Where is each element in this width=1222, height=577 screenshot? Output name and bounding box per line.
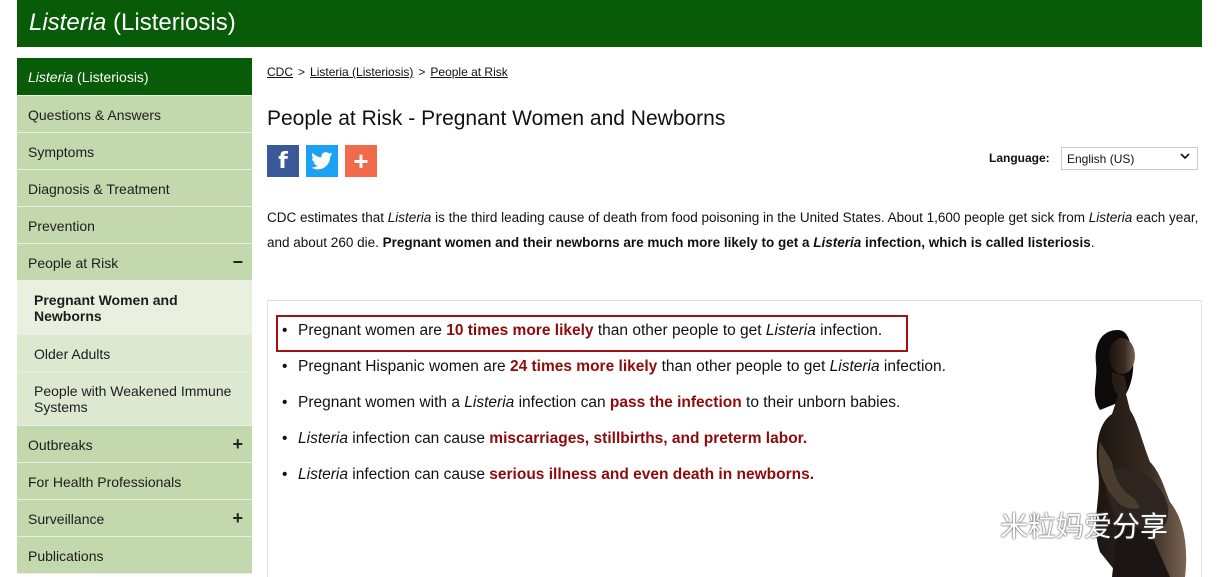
intro-text: is the third leading cause of death from… <box>431 210 1089 225</box>
sidebar-item-publications[interactable]: Publications <box>17 537 252 574</box>
fact-emphasis: pass the infection <box>609 394 742 411</box>
fact-text: infection can <box>514 394 610 411</box>
language-select[interactable]: English (US) <box>1061 147 1198 170</box>
add-share-button[interactable]: + <box>345 145 377 177</box>
sidebar-item-listeria-home[interactable]: Listeria (Listeriosis) <box>17 58 252 96</box>
sidebar-item-label: People with Weakened Immune Systems <box>34 383 232 415</box>
bullet: • <box>282 322 288 339</box>
breadcrumb-link-listeria[interactable]: Listeria (Listeriosis) <box>310 65 413 79</box>
fact-text: infection. <box>879 358 946 375</box>
fact-text: than other people to get <box>593 322 766 339</box>
bullet: • <box>282 394 288 411</box>
list-item: • Pregnant Hispanic women are 24 times mo… <box>282 358 946 394</box>
sidebar-item-outbreaks[interactable]: Outbreaks + <box>17 426 252 463</box>
banner-title-rest: (Listeriosis) <box>106 9 236 36</box>
intro-paragraph: CDC estimates that Listeria is the third… <box>267 205 1202 255</box>
sidebar-item-label: Pregnant Women and Newborns <box>34 292 178 324</box>
fact-emphasis: serious illness and even death in newbor… <box>489 466 815 483</box>
sidebar-item-label: Diagnosis & Treatment <box>28 181 170 197</box>
list-item: • Listeria infection can cause miscarriag… <box>282 430 946 466</box>
sidebar-item-label: People at Risk <box>28 255 119 271</box>
collapse-minus-icon[interactable]: − <box>232 252 243 273</box>
sidebar-item-label: For Health Professionals <box>28 474 182 490</box>
sidebar-item-label: Symptoms <box>28 144 95 160</box>
intro-bold-text: infection, which is called listeriosis <box>861 235 1091 250</box>
fact-text: to their unborn babies. <box>741 394 901 411</box>
sidebar-nav: Listeria (Listeriosis) Questions & Answe… <box>17 58 252 574</box>
sidebar-item-people-at-risk[interactable]: People at Risk − <box>17 244 252 281</box>
fact-text: Pregnant women with a <box>298 394 465 411</box>
fact-emphasis: 24 times more likely <box>509 358 658 375</box>
sidebar-top-italic: Listeria <box>28 69 74 85</box>
sidebar-item-symptoms[interactable]: Symptoms <box>17 133 252 170</box>
watermark: 米粒妈爱分享 <box>948 505 1168 545</box>
fact-text: infection. <box>815 322 883 339</box>
language-selected-value: English (US) <box>1067 152 1135 166</box>
intro-text: CDC estimates that <box>267 210 388 225</box>
sidebar-item-health-professionals[interactable]: For Health Professionals <box>17 463 252 500</box>
fact-text: Pregnant women are <box>298 322 447 339</box>
fact-text: Pregnant Hispanic women are <box>298 358 510 375</box>
breadcrumb-link-people-at-risk[interactable]: People at Risk <box>430 65 507 79</box>
sidebar-item-diagnosis-treatment[interactable]: Diagnosis & Treatment <box>17 170 252 207</box>
fact-text: infection can cause <box>347 466 490 483</box>
fact-emphasis: miscarriages, stillbirths, and preterm l… <box>489 430 808 447</box>
intro-italic: Listeria <box>387 210 432 225</box>
sidebar-item-questions-answers[interactable]: Questions & Answers <box>17 96 252 133</box>
wechat-icon <box>948 508 991 541</box>
sidebar-top-rest: (Listeriosis) <box>73 69 149 85</box>
facts-list: • Pregnant women are 10 times more likely… <box>282 322 946 502</box>
intro-bold-italic: Listeria <box>813 235 862 250</box>
breadcrumb: CDC > Listeria (Listeriosis) > People at Ris… <box>267 65 508 79</box>
sidebar-item-label: Prevention <box>28 218 95 234</box>
watermark-text: 米粒妈爱分享 <box>1000 510 1169 543</box>
sidebar-item-prevention[interactable]: Prevention <box>17 207 252 244</box>
sidebar-item-label: Outbreaks <box>28 437 93 453</box>
breadcrumb-separator: > <box>298 65 306 79</box>
banner-title-italic: Listeria <box>29 9 107 36</box>
intro-bold-text: Pregnant women and their newborns are mu… <box>382 235 814 250</box>
sidebar-item-weakened-immune[interactable]: People with Weakened Immune Systems <box>17 372 252 426</box>
bullet: • <box>282 466 288 483</box>
twitter-bird-icon <box>311 152 333 170</box>
sidebar-item-label: Surveillance <box>28 511 105 527</box>
plus-icon: + <box>353 145 369 176</box>
bullet: • <box>282 430 288 447</box>
fact-italic: Listeria <box>464 394 515 411</box>
sidebar-item-older-adults[interactable]: Older Adults <box>17 335 252 372</box>
fact-italic: Listeria <box>765 322 816 339</box>
fact-text: infection can cause <box>347 430 490 447</box>
fact-emphasis: 10 times more likely <box>446 322 594 339</box>
sidebar-item-pregnant-women-newborns[interactable]: Pregnant Women and Newborns <box>17 281 252 335</box>
chevron-down-icon <box>1180 151 1190 164</box>
facebook-icon: f <box>278 148 288 174</box>
sidebar-item-label: Publications <box>28 548 104 564</box>
language-label: Language: <box>989 151 1050 165</box>
sidebar-item-label: Questions & Answers <box>28 107 162 123</box>
fact-italic: Listeria <box>298 430 348 447</box>
list-item: • Listeria infection can cause serious il… <box>282 466 946 502</box>
fact-text: than other people to get <box>657 358 830 375</box>
list-item: • Pregnant women with a Listeria infectio… <box>282 394 946 430</box>
facebook-share-button[interactable]: f <box>267 145 299 177</box>
sidebar-item-surveillance[interactable]: Surveillance + <box>17 500 252 537</box>
breadcrumb-separator: > <box>418 65 426 79</box>
fact-italic: Listeria <box>298 466 348 483</box>
bullet: • <box>282 358 288 375</box>
expand-plus-icon[interactable]: + <box>232 434 243 455</box>
intro-text: . <box>1090 235 1095 250</box>
list-item: • Pregnant women are 10 times more likely… <box>282 322 946 358</box>
site-banner: Listeria (Listeriosis) <box>17 0 1202 47</box>
twitter-share-button[interactable] <box>306 145 338 177</box>
page-title: People at Risk - Pregnant Women and Newb… <box>267 107 726 130</box>
breadcrumb-link-cdc[interactable]: CDC <box>267 65 293 79</box>
intro-bold: Pregnant women and their newborns are mu… <box>383 235 1091 250</box>
intro-italic: Listeria <box>1088 210 1133 225</box>
expand-plus-icon[interactable]: + <box>232 508 243 529</box>
fact-italic: Listeria <box>829 358 880 375</box>
sidebar-item-label: Older Adults <box>34 346 111 362</box>
